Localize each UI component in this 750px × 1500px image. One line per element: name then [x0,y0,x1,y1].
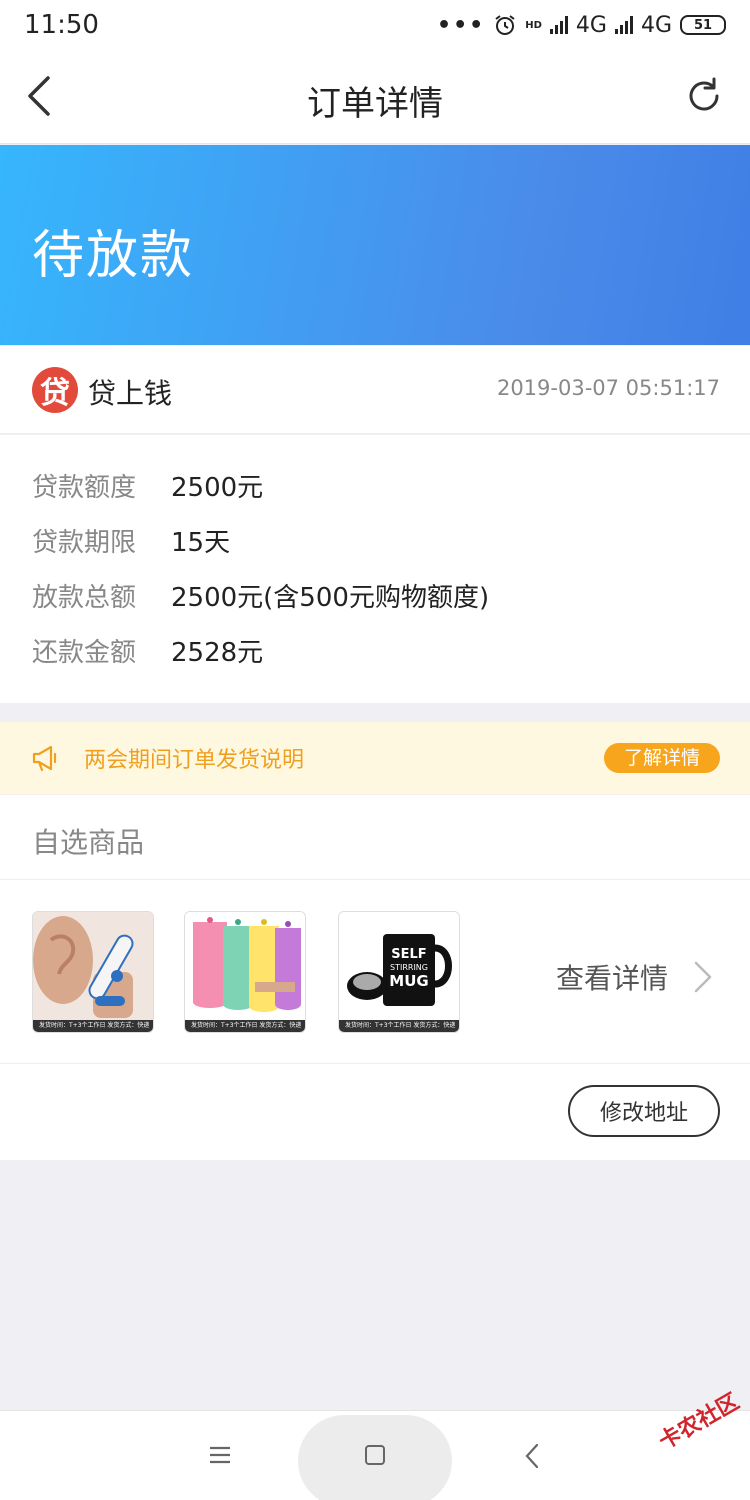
megaphone-icon [32,745,57,772]
order-time: 2019-03-07 05:51:17 [496,376,720,400]
loan-details: 贷款额度 2500元 贷款期限 15天 放款总额 2500元(含500元购物额度… [0,435,750,703]
product-thumb-mug[interactable]: SELF STIRRING MUG 发货时间：T+3个工作日 发货方式：快递 [338,911,460,1033]
system-nav-bar [0,1410,750,1500]
modify-address-button[interactable]: 修改地址 [568,1085,720,1137]
network-type-1: 4G [575,12,607,38]
product-caption: 发货时间：T+3个工作日 发货方式：快递 [33,1020,153,1032]
signal-icon-2 [614,16,633,34]
detail-label: 贷款期限 [32,528,137,558]
notice-text[interactable]: 两会期间订单发货说明 [84,742,304,774]
notice-bar: 两会期间订单发货说明 了解详情 [0,722,750,794]
detail-row: 放款总额 2500元(含500元购物额度) [32,577,489,614]
alarm-icon [495,15,515,35]
status-banner: 待放款 [0,145,750,345]
section-title: 自选商品 [32,826,145,859]
mug-text-line: STIRRING [390,963,428,972]
mug-text-line: MUG [389,972,428,990]
view-details-link[interactable]: 查看详情 [556,957,712,997]
divider [0,1063,750,1064]
learn-more-button[interactable]: 了解详情 [603,743,720,773]
battery-icon: 51 [680,15,726,35]
chevron-right-icon [694,961,712,993]
detail-row: 还款金额 2528元 [32,632,263,669]
network-type-2: 4G [640,12,672,38]
mug-image: SELF STIRRING MUG [339,912,459,1022]
detail-value: 2500元(含500元购物额度) [171,583,490,613]
refresh-icon[interactable] [684,76,724,116]
detail-value: 15天 [171,528,231,558]
page-title: 订单详情 [307,84,443,124]
lender-row: 贷 贷上钱 2019-03-07 05:51:17 [0,346,750,434]
detail-row: 贷款额度 2500元 [32,467,263,504]
selected-goods: 自选商品 发货时间：T+3个工作日 发货方式：快递 发货时间：T+3个工作日 发… [0,795,750,1160]
product-thumb-ear-cleaner[interactable]: 发货时间：T+3个工作日 发货方式：快递 [32,911,154,1033]
product-thumb-towels[interactable]: 发货时间：T+3个工作日 发货方式：快递 [184,911,306,1033]
detail-value: 2528元 [171,638,264,668]
detail-label: 贷款额度 [32,473,137,503]
product-caption: 发货时间：T+3个工作日 发货方式：快递 [339,1020,459,1032]
lender-logo: 贷 [32,367,78,413]
status-icons: ••• HD 4G 4G 51 [437,13,726,38]
product-caption: 发货时间：T+3个工作日 发货方式：快递 [185,1020,305,1032]
ear-cleaner-image [33,912,153,1022]
status-time: 11:50 [24,10,99,40]
more-dots-icon: ••• [437,12,486,38]
hd-badge: HD [525,19,542,31]
view-details-label: 查看详情 [556,962,669,995]
back-triangle-icon[interactable] [524,1443,540,1469]
detail-row: 贷款期限 15天 [32,522,230,559]
nav-bar: 订单详情 [0,50,750,144]
home-square-icon[interactable] [365,1445,385,1465]
status-bar: 11:50 ••• HD 4G 4G 51 [0,0,750,50]
lender-name: 贷上钱 [88,377,173,410]
divider [0,879,750,880]
detail-label: 放款总额 [32,583,137,613]
detail-label: 还款金额 [32,638,137,668]
mug-text-line: SELF [391,947,426,962]
towels-image [185,912,305,1022]
menu-icon[interactable] [208,1445,232,1465]
detail-value: 2500元 [171,473,264,503]
signal-icon [549,16,568,34]
order-status: 待放款 [32,226,195,286]
